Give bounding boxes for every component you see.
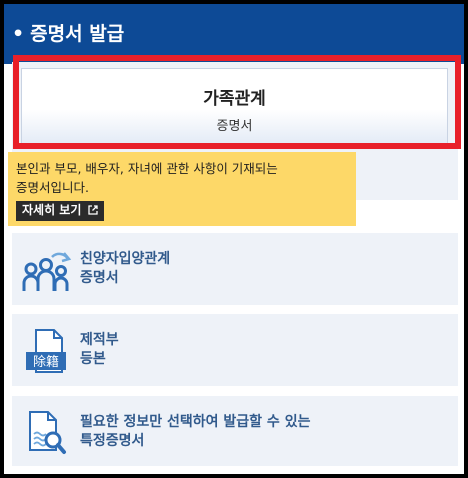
family-relation-certificate-button[interactable]: 가족관계 증명서	[21, 68, 448, 144]
specific-certificate-label: 필요한 정보만 선택하여 발급할 수 있는 특정증명서	[80, 413, 310, 451]
item-label-line2: 특정증명서	[80, 433, 145, 449]
document-search-icon	[22, 410, 72, 456]
view-details-button[interactable]: 자세히 보기	[16, 201, 104, 221]
removed-register-icon-text: 除籍	[33, 354, 59, 370]
certificate-panel: • 증명서 발급 가족관계 증명서 본인과 부모, 배우자, 자녀에 관한 사항이…	[4, 4, 464, 474]
item-label-line1: 필요한 정보만 선택하여 발급할 수 있는	[80, 414, 311, 430]
description-tooltip: 본인과 부모, 배우자, 자녀에 관한 사항이 기재되는 증명서입니다. 자세히…	[8, 152, 356, 226]
family-group-icon	[22, 247, 72, 293]
external-link-icon	[87, 204, 98, 217]
family-relation-subtitle: 증명서	[216, 119, 253, 134]
tooltip-text-line2: 증명서입니다.	[16, 180, 89, 195]
item-label-line1: 친양자입양관계	[80, 251, 171, 267]
adoption-relation-label: 친양자입양관계 증명서	[80, 250, 170, 288]
item-label-line2: 등본	[80, 351, 106, 367]
tooltip-text-line1: 본인과 부모, 배우자, 자녀에 관한 사항이 기재되는	[16, 161, 278, 176]
view-details-label: 자세히 보기	[22, 203, 82, 217]
item-label-line2: 증명서	[80, 270, 119, 286]
header-bullet: •	[12, 23, 25, 45]
section-header: • 증명서 발급	[4, 4, 464, 64]
removed-register-item[interactable]: 除籍 제적부 등본	[12, 314, 458, 386]
document-removed-register-icon: 除籍	[22, 328, 72, 374]
specific-certificate-item[interactable]: 필요한 정보만 선택하여 발급할 수 있는 특정증명서	[12, 396, 458, 466]
item-label-line1: 제적부	[80, 332, 119, 348]
adoption-relation-certificate-item[interactable]: 친양자입양관계 증명서	[12, 233, 458, 305]
family-relation-title: 가족관계	[203, 89, 266, 109]
removed-register-label: 제적부 등본	[80, 331, 119, 369]
header-title: 증명서 발급	[30, 23, 125, 45]
